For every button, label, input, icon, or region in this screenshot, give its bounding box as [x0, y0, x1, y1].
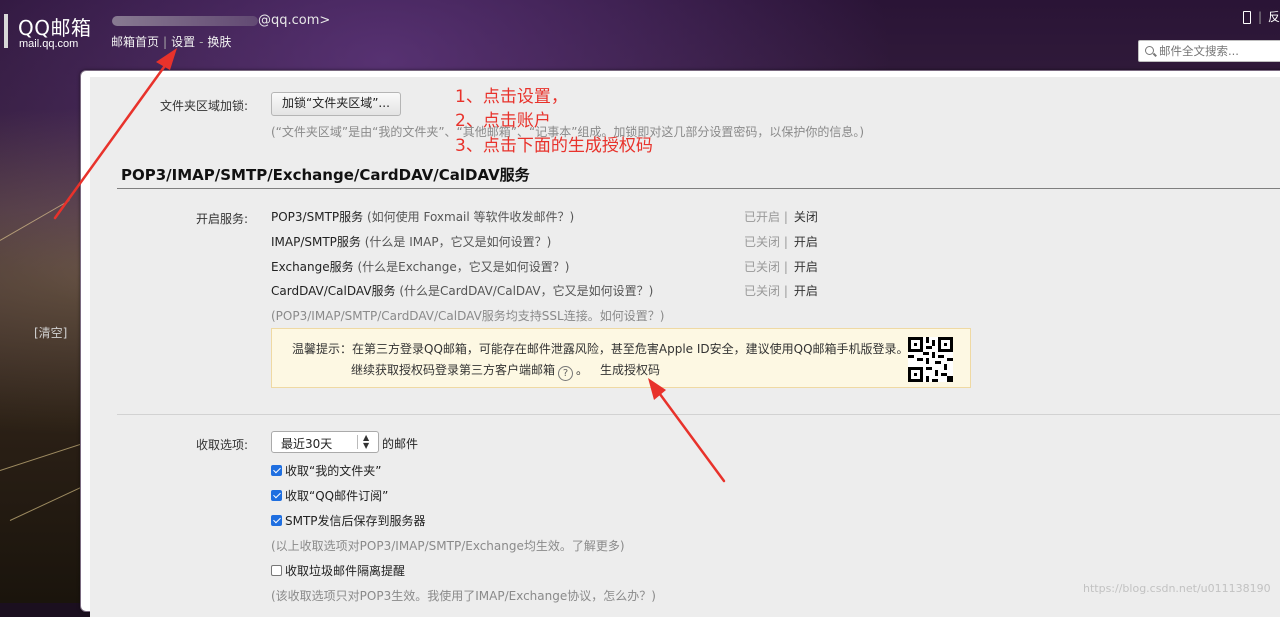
check-smtp-save[interactable]: SMTP发信后保存到服务器: [271, 512, 426, 529]
status-text: 已关闭 |: [744, 235, 788, 249]
toggle-pop3-link[interactable]: 关闭: [794, 210, 818, 224]
status-text: 已关闭 |: [744, 284, 788, 298]
receive-options-label: 收取选项:: [196, 438, 249, 452]
status-text: 已关闭 |: [744, 260, 788, 274]
service-name: IMAP/SMTP服务: [271, 235, 361, 249]
checkbox-checked[interactable]: [271, 515, 282, 526]
select-divider: [357, 435, 358, 449]
select-arrows-icon: ▲ ▼: [363, 433, 370, 450]
service-help-link[interactable]: (什么是Exchange，它又是如何设置？): [357, 260, 569, 274]
checkbox-label: SMTP发信后保存到服务器: [285, 514, 426, 528]
check-my-folders[interactable]: 收取“我的文件夹”: [271, 462, 381, 479]
service-status-carddav: 已关闭 | 开启: [744, 282, 818, 299]
service-name: POP3/SMTP服务: [271, 210, 364, 224]
section-divider: [117, 188, 1280, 189]
receive-range-select[interactable]: 最近30天 ▲ ▼: [271, 431, 379, 453]
service-status-pop3: 已开启 | 关闭: [744, 208, 818, 225]
generate-auth-code-link[interactable]: 生成授权码: [600, 363, 660, 377]
checkbox-label: 收取“我的文件夹”: [285, 464, 382, 478]
notice-continue-text: 继续获取授权码登录第三方客户端邮箱: [351, 363, 556, 377]
check-spam-reminder[interactable]: 收取垃圾邮件隔离提醒: [271, 562, 405, 579]
spam-note[interactable]: (该收取选项只对POP3生效。我使用了IMAP/Exchange协议，怎么办？): [271, 587, 656, 604]
select-value: 最近30天: [281, 437, 333, 451]
service-row-pop3: POP3/SMTP服务 (如何使用 Foxmail 等软件收发邮件？): [271, 208, 574, 225]
section-divider: [117, 414, 1280, 415]
service-status-imap: 已关闭 | 开启: [744, 233, 818, 250]
services-label: 开启服务:: [196, 212, 249, 226]
service-row-carddav: CardDAV/CalDAV服务 (什么是CardDAV/CalDAV，它又是如…: [271, 282, 653, 299]
service-row-imap: IMAP/SMTP服务 (什么是 IMAP，它又是如何设置？): [271, 233, 551, 250]
settings-content: 文件夹区域加锁: 加锁“文件夹区域”... (“文件夹区域”是由“我的文件夹”、…: [0, 0, 1280, 603]
service-help-link[interactable]: (什么是CardDAV/CalDAV，它又是如何设置？): [399, 284, 653, 298]
receive-note[interactable]: (以上收取选项对POP3/IMAP/SMTP/Exchange均生效。了解更多): [271, 537, 625, 554]
check-qq-subscription[interactable]: 收取“QQ邮件订阅”: [271, 487, 388, 504]
checkbox-label: 收取“QQ邮件订阅”: [285, 489, 389, 503]
notice-punct: 。: [576, 363, 589, 377]
ssl-note[interactable]: (POP3/IMAP/SMTP/CardDAV/CalDAV服务均支持SSL连接…: [271, 307, 664, 324]
checkbox-checked[interactable]: [271, 465, 282, 476]
security-notice: 温馨提示：在第三方登录QQ邮箱，可能存在邮件泄露风险，甚至危害Apple ID安…: [271, 328, 971, 388]
notice-continue: 继续获取授权码登录第三方客户端邮箱?。生成授权码: [351, 361, 660, 381]
annotation-step-1: 1、点击设置，: [455, 87, 568, 107]
service-name: CardDAV/CalDAV服务: [271, 284, 396, 298]
qr-code-icon: [908, 337, 953, 382]
help-icon[interactable]: ?: [558, 366, 574, 381]
receive-range-suffix: 的邮件: [382, 437, 419, 451]
annotation-step-2: 2、点击账户: [455, 111, 551, 131]
service-status-exchange: 已关闭 | 开启: [744, 258, 818, 275]
services-title: POP3/IMAP/SMTP/Exchange/CardDAV/CalDAV服务: [121, 166, 530, 184]
service-help-link[interactable]: (如何使用 Foxmail 等软件收发邮件？): [367, 210, 574, 224]
notice-text: 温馨提示：在第三方登录QQ邮箱，可能存在邮件泄露风险，甚至危害Apple ID安…: [292, 342, 909, 356]
service-name: Exchange服务: [271, 260, 354, 274]
folder-lock-button[interactable]: 加锁“文件夹区域”...: [271, 92, 401, 116]
folder-lock-label: 文件夹区域加锁:: [160, 99, 249, 113]
toggle-carddav-link[interactable]: 开启: [794, 284, 818, 298]
toggle-imap-link[interactable]: 开启: [794, 235, 818, 249]
checkbox-unchecked[interactable]: [271, 565, 282, 576]
watermark: https://blog.csdn.net/u011138190: [1083, 582, 1271, 595]
checkbox-checked[interactable]: [271, 490, 282, 501]
service-help-link[interactable]: (什么是 IMAP，它又是如何设置？): [365, 235, 552, 249]
toggle-exchange-link[interactable]: 开启: [794, 260, 818, 274]
status-text: 已开启 |: [744, 210, 788, 224]
checkbox-label: 收取垃圾邮件隔离提醒: [285, 564, 406, 578]
service-row-exchange: Exchange服务 (什么是Exchange，它又是如何设置？): [271, 258, 569, 275]
annotation-step-3: 3、点击下面的生成授权码: [455, 136, 653, 156]
